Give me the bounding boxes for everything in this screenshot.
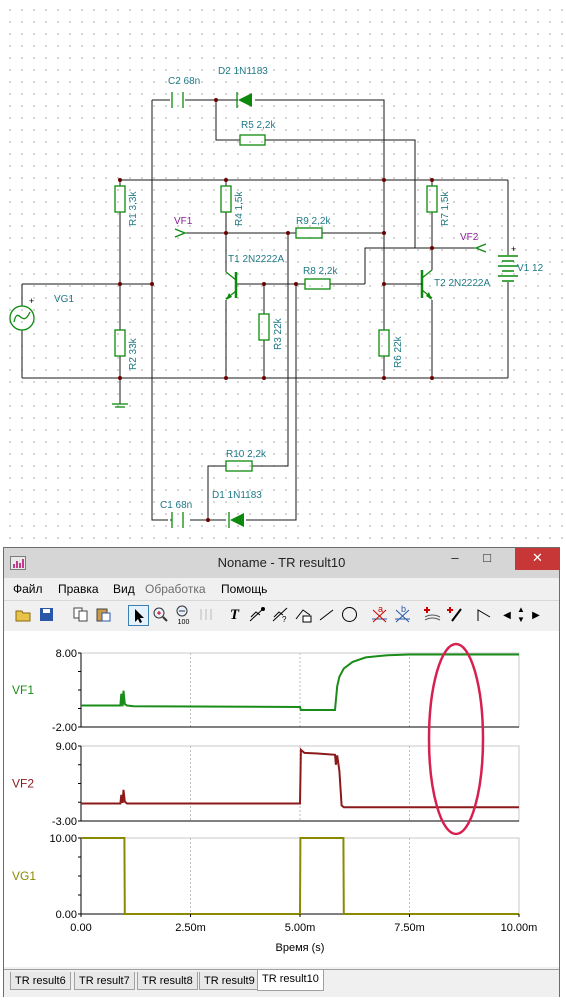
slope-icon[interactable] — [474, 605, 495, 626]
label-r5: R5 2,2k — [241, 120, 276, 131]
menu-bar: Файл Правка Вид Обработка Помощь — [4, 578, 559, 600]
result-tabs: TR result6 TR result7 TR result8 TR resu… — [4, 969, 559, 997]
diodes — [228, 92, 252, 528]
marker-b-text: b — [401, 604, 407, 614]
label-t2: T2 2N2222A — [434, 278, 490, 289]
ground-symbol — [112, 403, 128, 408]
close-button[interactable]: ✕ — [515, 548, 560, 570]
label-r6: R6 22k — [393, 335, 404, 368]
y-tick-label: -3.00 — [52, 816, 77, 828]
open-icon[interactable] — [13, 605, 34, 626]
paste-icon[interactable] — [93, 605, 114, 626]
junction-nodes — [118, 98, 434, 522]
transient-result-plots[interactable]: 8.00 -2.00 VF1 9.00 -3.00 VF2 10.00 0.00 VG1 0.00… — [4, 631, 559, 967]
y-tick-label: -2.00 — [52, 722, 77, 734]
x-tick-label: 5.00m — [285, 922, 316, 934]
label-v1: V1 12 — [517, 263, 544, 274]
toolbar: 100 T ? a b ◀ ▲ ▼ ▶ — [4, 600, 559, 632]
label-t1: T1 2N2222A — [228, 254, 284, 265]
label-vf2: VF2 — [460, 232, 479, 243]
label-r3: R3 22k — [273, 317, 284, 350]
copy-icon[interactable] — [70, 605, 91, 626]
y-tick-label: 9.00 — [56, 741, 77, 753]
pointer-icon[interactable] — [128, 605, 149, 626]
circle-icon[interactable] — [339, 605, 360, 626]
svg-text:+: + — [511, 244, 516, 254]
plot-canvas[interactable]: 8.00 -2.00 VF1 9.00 -3.00 VF2 10.00 0.00 VG1 0.00… — [4, 631, 559, 967]
maximize-button[interactable]: □ — [473, 548, 501, 570]
menu-view[interactable]: Вид — [113, 582, 135, 596]
tab-tr-result7[interactable]: TR result7 — [74, 972, 135, 990]
x-tick-label: 0.00 — [70, 922, 91, 934]
scroll-left-icon[interactable]: ◀ — [501, 605, 513, 626]
x-tick-label: 10.00m — [501, 922, 538, 934]
menu-file[interactable]: Файл — [13, 582, 43, 596]
label-c1: C1 68n — [160, 500, 192, 511]
label-r4: R4 1,5k — [234, 191, 245, 226]
label-r1: R1 3,3k — [128, 191, 139, 226]
circuit-schematic: + + C2 68n D2 1N1183 R5 2,2k R1 3,3k R4 … — [0, 0, 566, 545]
label-c2: C2 68n — [168, 76, 200, 87]
svg-text:?: ? — [282, 615, 287, 624]
label-vf1: VF1 — [174, 216, 193, 227]
capacitors — [170, 92, 184, 528]
tab-tr-result6[interactable]: TR result6 — [10, 972, 71, 990]
curves-icon[interactable] — [422, 605, 443, 626]
cursor-a-icon[interactable] — [247, 605, 268, 626]
scroll-updown-icon[interactable]: ▲ ▼ — [514, 605, 528, 626]
svg-text:+: + — [29, 296, 34, 306]
series-name-label: VF2 — [12, 777, 34, 791]
x-axis-label: Время (s) — [276, 942, 325, 954]
cursor-c-icon[interactable] — [293, 605, 314, 626]
series-name-label: VG1 — [12, 869, 36, 883]
line-icon[interactable] — [316, 605, 337, 626]
label-r10: R10 2,2k — [226, 449, 267, 460]
marker-a-icon[interactable]: a — [369, 604, 390, 626]
probes — [174, 228, 487, 253]
text-icon[interactable]: T — [224, 605, 245, 626]
minimize-button[interactable]: – — [441, 548, 469, 570]
schematic-drawing: + + C2 68n D2 1N1183 R5 2,2k R1 3,3k R4 … — [9, 66, 544, 528]
tab-tr-result10[interactable]: TR result10 — [257, 970, 324, 991]
label-r8: R8 2,2k — [303, 266, 338, 277]
y-tick-label: 0.00 — [56, 909, 77, 921]
probe-icon[interactable] — [445, 605, 466, 626]
label-vg1: VG1 — [54, 294, 74, 305]
x-tick-label: 7.50m — [394, 922, 425, 934]
marker-b-icon[interactable]: b — [392, 604, 413, 626]
tab-tr-result8[interactable]: TR result8 — [137, 972, 198, 990]
label-d2: D2 1N1183 — [218, 66, 268, 77]
title-bar[interactable]: Noname - TR result10 – □ ✕ — [4, 548, 560, 578]
label-d1: D1 1N1183 — [212, 490, 262, 501]
zoom-100-text: 100 — [177, 619, 190, 626]
y-tick-label: 8.00 — [56, 648, 77, 660]
resistors — [114, 134, 438, 472]
menu-edit[interactable]: Правка — [58, 582, 99, 596]
zoom-in-icon[interactable] — [150, 605, 171, 626]
tab-tr-result9[interactable]: TR result9 — [199, 972, 260, 990]
y-tick-label: 10.00 — [49, 833, 77, 845]
tr-result-window: Noname - TR result10 – □ ✕ Файл Правка В… — [3, 547, 560, 997]
cursor-b-icon[interactable]: ? — [270, 605, 291, 626]
menu-help[interactable]: Помощь — [221, 582, 267, 596]
x-tick-label: 2.50m — [175, 922, 206, 934]
series-name-label: VF1 — [12, 683, 34, 697]
zoom-100-icon[interactable]: 100 — [173, 605, 194, 626]
menu-process[interactable]: Обработка — [145, 582, 206, 596]
scroll-right-icon[interactable]: ▶ — [530, 605, 542, 626]
save-icon[interactable] — [36, 605, 57, 626]
label-r9: R9 2,2k — [296, 216, 331, 227]
grid-icon[interactable] — [196, 605, 217, 626]
marker-a-text: a — [378, 604, 384, 614]
label-r7: R7 1,5k — [440, 191, 451, 226]
label-r2: R2 33k — [128, 337, 139, 370]
